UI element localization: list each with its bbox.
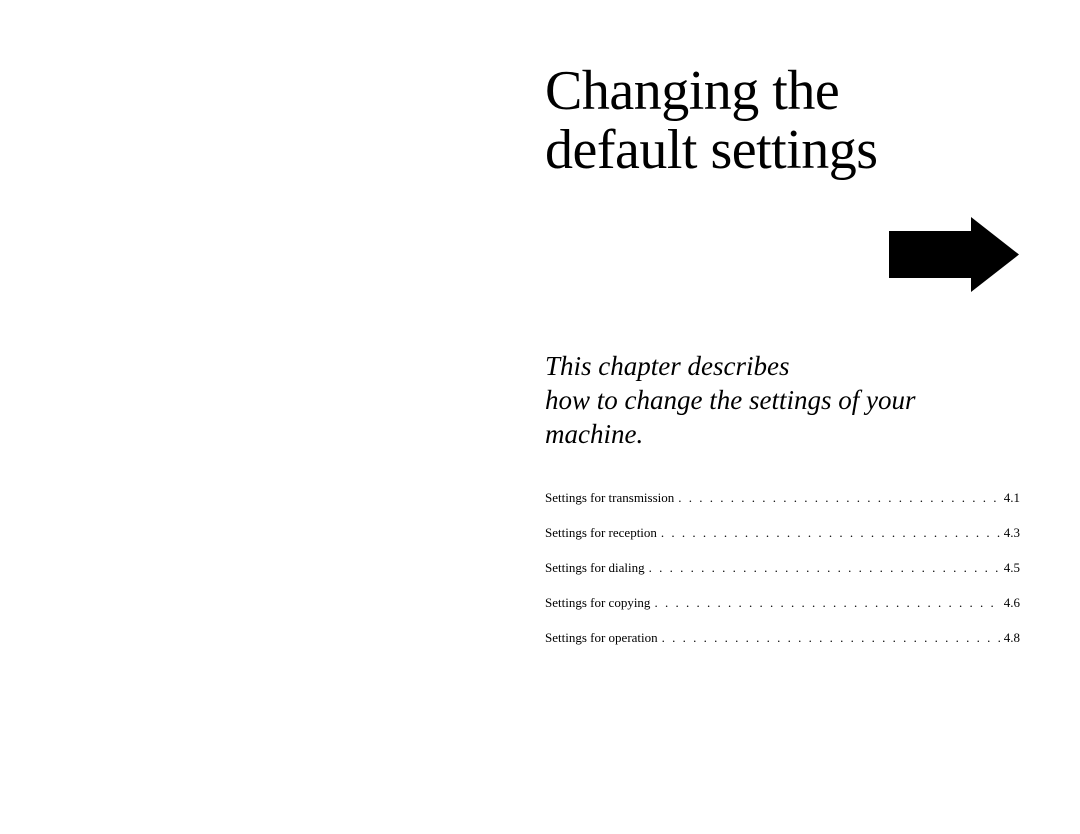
toc-label: Settings for dialing	[545, 560, 645, 576]
page-title-line2: default settings	[545, 119, 878, 181]
toc-entry: Settings for transmission 4.1	[545, 490, 1020, 506]
chapter-description: This chapter describes how to change the…	[545, 350, 915, 451]
page-title: Changing the default settings	[545, 62, 878, 180]
toc-page: 4.3	[1004, 525, 1020, 541]
page-title-line1: Changing the	[545, 60, 839, 122]
description-line3: machine.	[545, 419, 643, 449]
toc-label: Settings for copying	[545, 595, 650, 611]
toc-page: 4.1	[1004, 490, 1020, 506]
toc-dots	[662, 630, 1000, 646]
toc-dots	[654, 595, 999, 611]
arrow-right-icon	[889, 217, 1019, 292]
toc-label: Settings for operation	[545, 630, 658, 646]
toc-label: Settings for reception	[545, 525, 657, 541]
description-line1: This chapter describes	[545, 351, 789, 381]
toc-dots	[678, 490, 999, 506]
description-line2: how to change the settings of your	[545, 385, 915, 415]
toc-entry: Settings for operation 4.8	[545, 630, 1020, 646]
toc-entry: Settings for dialing 4.5	[545, 560, 1020, 576]
toc-entry: Settings for copying 4.6	[545, 595, 1020, 611]
toc-page: 4.5	[1004, 560, 1020, 576]
toc-dots	[661, 525, 1000, 541]
toc-page: 4.6	[1004, 595, 1020, 611]
toc-dots	[649, 560, 1000, 576]
table-of-contents: Settings for transmission 4.1 Settings f…	[545, 490, 1020, 665]
toc-label: Settings for transmission	[545, 490, 674, 506]
toc-entry: Settings for reception 4.3	[545, 525, 1020, 541]
toc-page: 4.8	[1004, 630, 1020, 646]
